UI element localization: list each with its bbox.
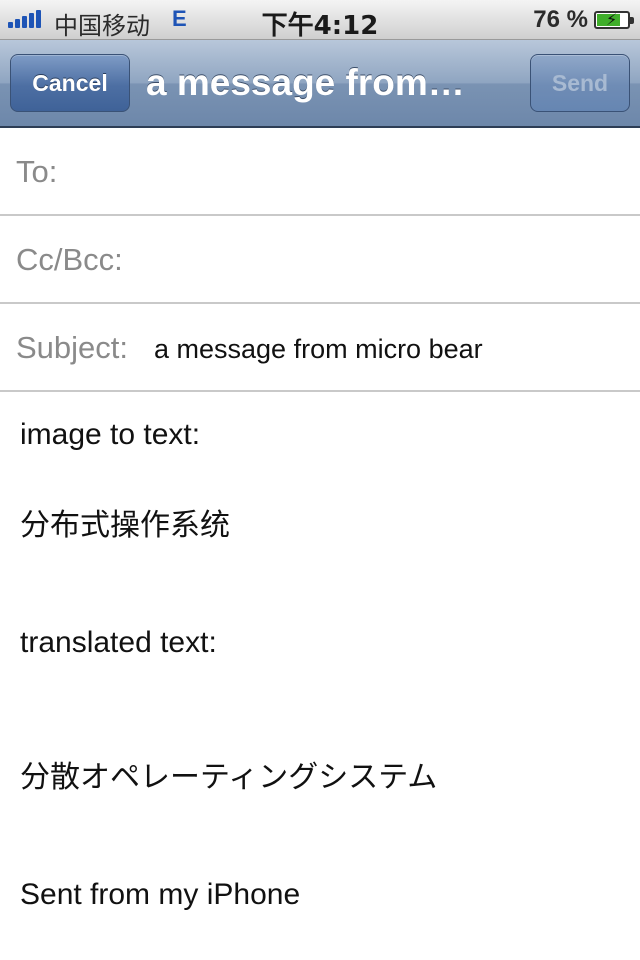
cc-bcc-label: Cc/Bcc:: [16, 242, 123, 277]
body-line-signature: Sent from my iPhone: [20, 878, 301, 911]
subject-field[interactable]: Subject: a message from micro bear: [0, 304, 640, 392]
send-button[interactable]: Send: [530, 54, 630, 112]
subject-input[interactable]: a message from micro bear: [154, 334, 483, 365]
body-line-translated-text: 分散オペレーティングシステム: [20, 760, 438, 795]
body-line-source-text: 分布式操作系统: [20, 508, 230, 543]
to-field[interactable]: To:: [0, 128, 640, 216]
battery-percent: 76 %: [533, 6, 588, 33]
subject-label: Subject:: [16, 330, 129, 365]
cancel-button[interactable]: Cancel: [10, 54, 130, 112]
navigation-bar: Cancel a message from… Send: [0, 40, 640, 128]
battery-charging-icon: ⚡: [594, 11, 634, 29]
body-line-translated-label: translated text:: [20, 626, 217, 659]
cc-bcc-field[interactable]: Cc/Bcc:: [0, 216, 640, 304]
status-bar: 中国移动 E 下午4:12 76 % ⚡: [0, 0, 640, 41]
compose-title: a message from…: [146, 62, 465, 103]
body-line-image-to-text: image to text:: [20, 418, 201, 451]
to-label: To:: [16, 154, 58, 189]
